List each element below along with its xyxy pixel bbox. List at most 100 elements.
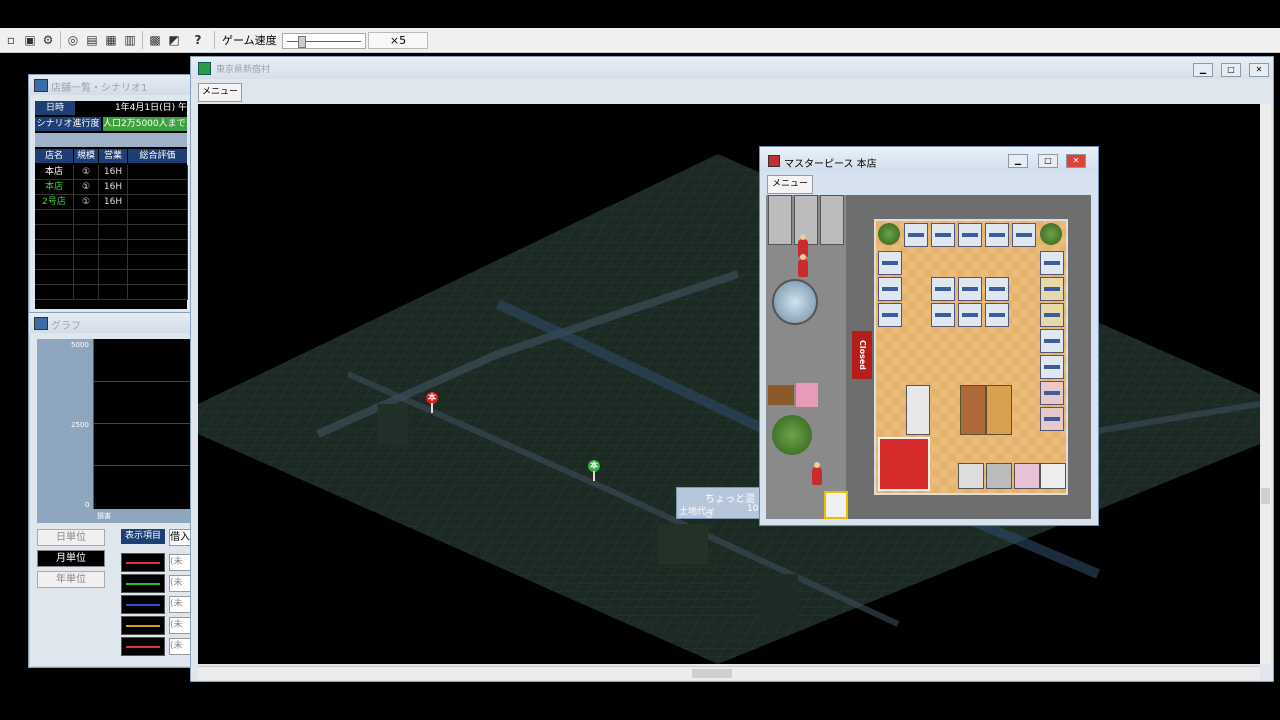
toolbar-divider — [214, 31, 215, 49]
drink-shelf — [931, 223, 955, 247]
window-titlebar[interactable]: 店舗一覧・シナリオ1 — [29, 75, 197, 95]
column-header-rating[interactable]: 総合評価 — [128, 149, 187, 163]
legend-swatch[interactable] — [121, 616, 165, 635]
shop-window: マスターピース 本店 ▁ □ ✕ メニュー Closed — [759, 146, 1099, 526]
toolbar-divider — [142, 31, 143, 49]
store-hours-cell — [99, 270, 128, 285]
map-building — [758, 574, 798, 624]
potted-plant — [1040, 223, 1062, 245]
slider-knob[interactable] — [297, 36, 306, 48]
book-icon[interactable]: ▥ — [122, 32, 138, 48]
table-row[interactable] — [35, 255, 188, 270]
shop-menu-button[interactable]: メニュー — [767, 175, 813, 194]
store-name-cell — [35, 225, 74, 240]
customer-sprite — [798, 254, 808, 277]
chart-icon[interactable]: ▩ — [147, 32, 163, 48]
close-icon[interactable]: ✕ — [1249, 63, 1269, 77]
table-row[interactable]: 本店 ① 16H — [35, 165, 188, 180]
table-row[interactable]: 2号店 ① 16H — [35, 195, 188, 210]
product-shelf — [931, 303, 955, 327]
appliance — [958, 463, 984, 489]
legend-swatch[interactable] — [121, 595, 165, 614]
product-shelf — [1040, 251, 1064, 275]
column-header-size[interactable]: 規模 — [74, 149, 98, 163]
legend-swatch[interactable] — [121, 574, 165, 593]
store-size-cell: ① — [74, 165, 99, 180]
food-shelf — [1040, 381, 1064, 405]
map-window-title: 東京県新宿村 — [216, 65, 271, 75]
window-icon — [34, 79, 48, 92]
store-rating-cell — [128, 255, 188, 270]
vertical-scrollbar[interactable] — [1260, 104, 1271, 664]
drink-shelf — [958, 223, 982, 247]
isometric-map[interactable]: 本 本 — [198, 104, 1260, 664]
legend-label: (未 — [169, 575, 191, 592]
date-label: 日時 — [35, 101, 75, 115]
progress-bar — [35, 133, 187, 147]
legend-line — [126, 562, 160, 564]
store-rating-cell — [128, 180, 188, 195]
help-icon[interactable]: ? — [190, 32, 206, 48]
map-window-icon — [198, 62, 211, 75]
product-shelf — [878, 251, 902, 275]
shop-window-title: マスターピース 本店 — [784, 159, 877, 170]
store-hours-cell — [99, 285, 128, 300]
graph-window: グラフ 5000 2500 0 損害 日単位 月単位 年単位 表示項目 借入 (… — [28, 312, 198, 668]
tooltip-land-price-label: 土地代 — [679, 507, 707, 517]
new-icon[interactable]: ▫ — [3, 32, 19, 48]
list-icon[interactable]: ▦ — [103, 32, 119, 48]
fountain — [772, 279, 818, 325]
table-row[interactable] — [35, 270, 188, 285]
legend-swatch[interactable] — [121, 637, 165, 656]
table-row[interactable]: 本店 ① 16H — [35, 180, 188, 195]
appliance — [1014, 463, 1040, 489]
print-icon[interactable]: ▤ — [84, 32, 100, 48]
store-rating-cell — [128, 285, 188, 300]
store-hours-cell: 16H — [99, 195, 128, 210]
search-icon[interactable]: ◎ — [65, 32, 81, 48]
store-name-cell — [35, 270, 74, 285]
vending-machine — [768, 195, 792, 245]
map-menu-button[interactable]: メニュー — [198, 83, 242, 102]
store-size-cell — [74, 240, 99, 255]
column-header-hours[interactable]: 営業 — [99, 149, 127, 163]
legend-line — [126, 646, 160, 648]
bread-shelf — [1040, 303, 1064, 327]
vending-machine — [794, 195, 818, 245]
close-icon[interactable]: ✕ — [1066, 154, 1086, 168]
product-shelf — [878, 277, 902, 301]
store-pin-green[interactable]: 本 — [588, 460, 600, 481]
minimize-icon[interactable]: ▁ — [1008, 154, 1028, 168]
scrollbar-thumb[interactable] — [1261, 488, 1270, 504]
maximize-icon[interactable]: □ — [1221, 63, 1241, 77]
table-row[interactable] — [35, 240, 188, 255]
scenario-label: シナリオ進行度 — [35, 117, 101, 131]
settings-icon[interactable]: ⚙ — [40, 32, 56, 48]
map-info-tooltip: ちょっと混ぎ 土地代 10 — [676, 487, 762, 520]
game-speed-slider[interactable] — [282, 33, 366, 49]
store-table-body: 本店 ① 16H 本店 ① 16H 2号店 ① 16H — [35, 165, 188, 309]
graph-icon[interactable]: ◩ — [166, 32, 182, 48]
table-row[interactable] — [35, 210, 188, 225]
shop-floor-view[interactable]: Closed — [766, 195, 1091, 519]
scrollbar-thumb[interactable] — [692, 669, 732, 678]
closed-sign: Closed — [852, 331, 872, 379]
store-pin-red[interactable]: 本 — [426, 392, 438, 413]
game-speed-value: ×5 — [368, 32, 428, 49]
map-canvas[interactable] — [198, 104, 1260, 664]
window-titlebar[interactable] — [191, 57, 1273, 79]
vending-machine — [820, 195, 844, 245]
legend-swatch[interactable] — [121, 553, 165, 572]
minimize-icon[interactable]: ▁ — [1193, 63, 1213, 77]
save-icon[interactable]: ▣ — [22, 32, 38, 48]
maximize-icon[interactable]: □ — [1038, 154, 1058, 168]
table-row[interactable] — [35, 225, 188, 240]
horizontal-scrollbar[interactable] — [198, 666, 1260, 680]
product-shelf — [1040, 355, 1064, 379]
column-header-name[interactable]: 店名 — [35, 149, 73, 163]
store-name-cell — [35, 210, 74, 225]
store-hours-cell — [99, 210, 128, 225]
drink-shelf — [904, 223, 928, 247]
table-row[interactable] — [35, 285, 188, 300]
snack-rack — [960, 385, 986, 435]
